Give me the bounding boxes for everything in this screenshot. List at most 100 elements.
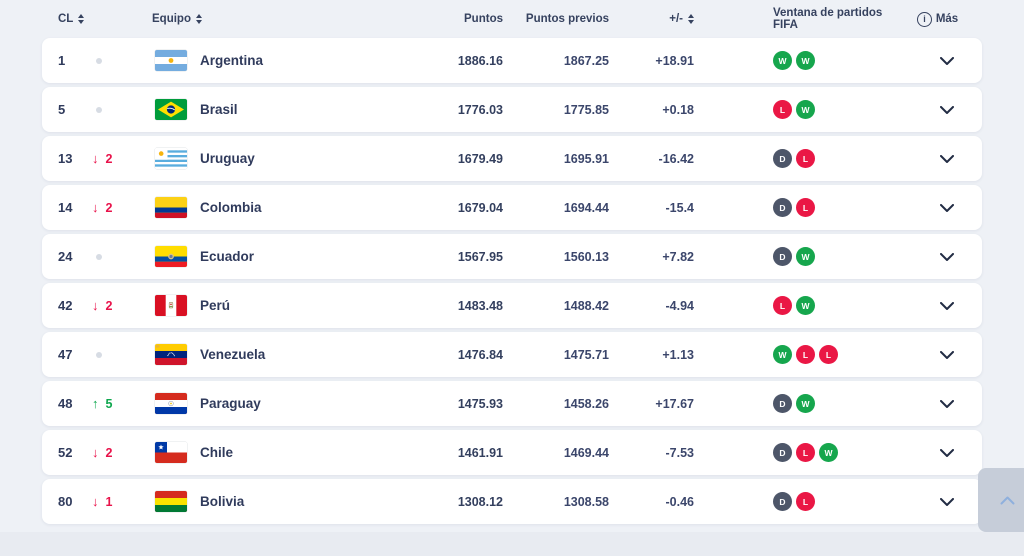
column-header-team-label: Equipo xyxy=(152,13,191,25)
expand-row-button[interactable] xyxy=(936,249,958,265)
expand-row-button[interactable] xyxy=(936,151,958,167)
rank-down-arrow-icon: ↓ xyxy=(92,200,99,215)
points-value: 1679.49 xyxy=(405,152,505,166)
diff-value: +1.13 xyxy=(615,348,700,362)
info-icon[interactable]: i xyxy=(917,12,932,27)
match-result-badge: L xyxy=(819,345,838,364)
expand-row-button[interactable] xyxy=(936,200,958,216)
team-row[interactable]: 52 ↓2 Chile 1461.91 1469.44 -7.53 DLW xyxy=(42,430,982,475)
rank-down-arrow-icon: ↓ xyxy=(92,445,99,460)
diff-value: +18.91 xyxy=(615,54,700,68)
column-header-points: Puntos xyxy=(405,13,505,25)
match-result-badge: D xyxy=(773,492,792,511)
rank-change-value: 2 xyxy=(106,201,113,215)
match-result-badge: L xyxy=(796,149,815,168)
column-header-diff[interactable]: +/- xyxy=(615,13,700,25)
chevron-down-icon xyxy=(940,106,954,114)
match-result-badge: L xyxy=(796,443,815,462)
expand-row-button[interactable] xyxy=(936,53,958,69)
match-result-badge: D xyxy=(773,247,792,266)
ranking-table: CL Equipo Puntos Puntos previos +/- Vent… xyxy=(42,0,982,528)
chevron-down-icon xyxy=(940,253,954,261)
match-window: DW xyxy=(700,394,932,413)
team-row[interactable]: 1 Argentina 1886.16 1867.25 +18.91 WW xyxy=(42,38,982,83)
match-result-badge: W xyxy=(773,345,792,364)
chevron-down-icon xyxy=(940,351,954,359)
team-row[interactable]: 14 ↓2 Colombia 1679.04 1694.44 -15.4 DL xyxy=(42,185,982,230)
team-row[interactable]: 5 Brasil 1776.03 1775.85 +0.18 LW xyxy=(42,87,982,132)
sort-arrows-icon[interactable] xyxy=(688,14,694,24)
prev-points-value: 1488.42 xyxy=(505,299,615,313)
no-movement-dot-icon xyxy=(96,352,102,358)
team-row[interactable]: 80 ↓1 Bolivia 1308.12 1308.58 -0.46 DL xyxy=(42,479,982,524)
points-value: 1679.04 xyxy=(405,201,505,215)
column-header-match-window-label: Ventana de partidos FIFA xyxy=(773,7,910,31)
diff-value: -4.94 xyxy=(615,299,700,313)
expand-row-button[interactable] xyxy=(936,102,958,118)
sort-arrows-icon[interactable] xyxy=(78,14,84,24)
rank-value: 14 xyxy=(58,200,88,215)
prev-points-value: 1694.44 xyxy=(505,201,615,215)
match-result-badge: L xyxy=(796,345,815,364)
column-header-rank[interactable]: CL xyxy=(58,13,88,25)
rank-change-value: 1 xyxy=(106,495,113,509)
match-window: LW xyxy=(700,100,932,119)
prev-points-value: 1560.13 xyxy=(505,250,615,264)
column-header-team[interactable]: Equipo xyxy=(152,13,405,25)
expand-row-button[interactable] xyxy=(936,347,958,363)
prev-points-value: 1867.25 xyxy=(505,54,615,68)
rank-change-value: 2 xyxy=(106,446,113,460)
rank-movement xyxy=(88,254,152,260)
match-result-badge: L xyxy=(796,492,815,511)
team-flag xyxy=(152,99,200,120)
expand-row-button[interactable] xyxy=(936,396,958,412)
no-movement-dot-icon xyxy=(96,107,102,113)
match-result-badge: L xyxy=(773,296,792,315)
team-row[interactable]: 48 ↑5 Paraguay 1475.93 1458.26 +17.67 DW xyxy=(42,381,982,426)
column-header-rank-label: CL xyxy=(58,13,73,25)
prev-points-value: 1469.44 xyxy=(505,446,615,460)
match-result-badge: W xyxy=(819,443,838,462)
prev-points-value: 1308.58 xyxy=(505,495,615,509)
team-name: Bolivia xyxy=(200,494,405,509)
rank-movement: ↓2 xyxy=(88,298,152,313)
rank-value: 24 xyxy=(58,249,88,264)
rank-down-arrow-icon: ↓ xyxy=(92,151,99,166)
rank-movement: ↑5 xyxy=(88,396,152,411)
match-result-badge: L xyxy=(773,100,792,119)
expand-row-button[interactable] xyxy=(936,298,958,314)
column-header-match-window: Ventana de partidos FIFA i xyxy=(700,7,932,31)
expand-row-button[interactable] xyxy=(936,494,958,510)
column-header-more-label: Más xyxy=(936,13,958,25)
rank-value: 42 xyxy=(58,298,88,313)
back-to-top-button[interactable] xyxy=(978,468,1024,532)
match-result-badge: D xyxy=(773,443,792,462)
match-window: DLW xyxy=(700,443,932,462)
expand-row-button[interactable] xyxy=(936,445,958,461)
rows: 1 Argentina 1886.16 1867.25 +18.91 WW 5 … xyxy=(42,38,982,524)
match-result-badge: D xyxy=(773,149,792,168)
points-value: 1308.12 xyxy=(405,495,505,509)
match-window: WW xyxy=(700,51,932,70)
sort-arrows-icon[interactable] xyxy=(196,14,202,24)
team-flag xyxy=(152,148,200,169)
column-header-more: Más xyxy=(932,13,962,25)
points-value: 1461.91 xyxy=(405,446,505,460)
team-row[interactable]: 24 Ecuador 1567.95 1560.13 +7.82 DW xyxy=(42,234,982,279)
team-name: Chile xyxy=(200,445,405,460)
points-value: 1776.03 xyxy=(405,103,505,117)
match-window: DW xyxy=(700,247,932,266)
chevron-down-icon xyxy=(940,155,954,163)
diff-value: +17.67 xyxy=(615,397,700,411)
match-result-badge: D xyxy=(773,394,792,413)
match-window: LW xyxy=(700,296,932,315)
footer-strip xyxy=(0,532,1024,556)
team-row[interactable]: 13 ↓2 Uruguay 1679.49 1695.91 -16.42 DL xyxy=(42,136,982,181)
column-header-prev-points-label: Puntos previos xyxy=(526,13,609,25)
team-row[interactable]: 42 ↓2 Perú 1483.48 1488.42 -4.94 LW xyxy=(42,283,982,328)
match-result-badge: W xyxy=(796,394,815,413)
points-value: 1475.93 xyxy=(405,397,505,411)
team-row[interactable]: 47 Venezuela 1476.84 1475.71 +1.13 WLL xyxy=(42,332,982,377)
chevron-down-icon xyxy=(940,400,954,408)
match-result-badge: W xyxy=(773,51,792,70)
